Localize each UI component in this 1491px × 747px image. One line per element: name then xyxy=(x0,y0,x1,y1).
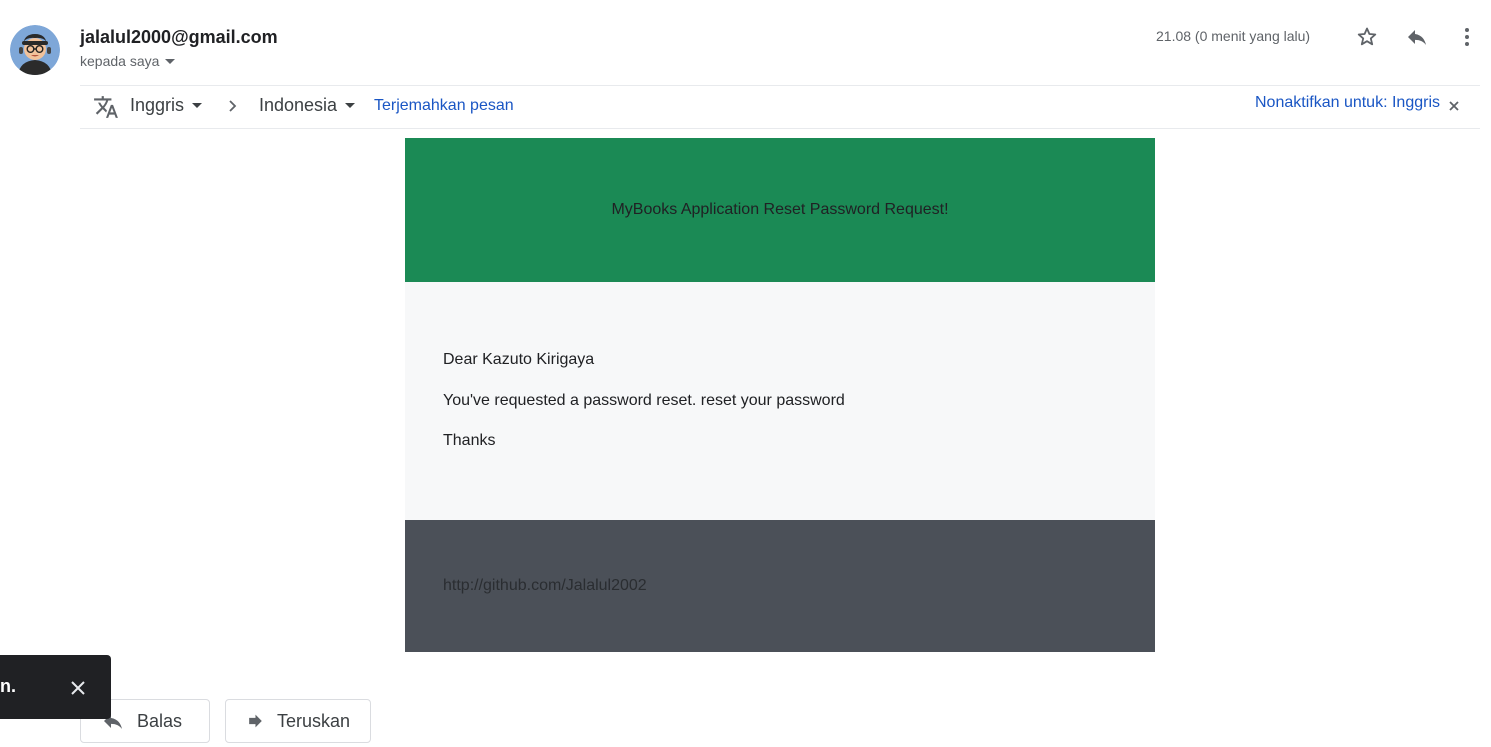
email-banner: MyBooks Application Reset Password Reque… xyxy=(405,138,1155,282)
source-language-label: Inggris xyxy=(130,95,185,115)
chevron-right-icon xyxy=(224,98,240,119)
avatar[interactable] xyxy=(10,25,60,75)
target-language-dropdown[interactable]: Indonesia xyxy=(259,95,356,116)
star-icon xyxy=(1357,27,1377,46)
snackbar-close-button[interactable] xyxy=(66,676,90,700)
translate-icon xyxy=(93,94,119,125)
reply-label: Balas xyxy=(137,710,183,731)
email-body-text: You've requested a password reset. reset… xyxy=(443,392,845,409)
chevron-down-icon xyxy=(165,58,176,64)
email-banner-title: MyBooks Application Reset Password Reque… xyxy=(611,201,949,218)
forward-action-button[interactable]: Teruskan xyxy=(225,699,371,743)
star-button[interactable] xyxy=(1353,23,1381,51)
forward-label: Teruskan xyxy=(276,710,350,731)
snackbar: n. xyxy=(0,655,111,719)
avatar-image xyxy=(10,25,60,75)
email-closing: Thanks xyxy=(443,432,496,449)
email-greeting: Dear Kazuto Kirigaya xyxy=(443,351,595,368)
email-body: Dear Kazuto Kirigaya You've requested a … xyxy=(405,282,1155,520)
reply-button[interactable] xyxy=(1403,23,1431,51)
email-timestamp: 21.08 (0 menit yang lalu) xyxy=(1156,28,1311,44)
reply-icon xyxy=(1408,30,1426,45)
translate-message-link[interactable]: Terjemahkan pesan xyxy=(374,97,514,115)
forward-icon xyxy=(249,714,262,728)
more-options-button[interactable] xyxy=(1453,23,1481,51)
email-footer: http://github.com/Jalalul2002 xyxy=(405,520,1155,652)
close-icon xyxy=(71,681,85,695)
footer-link[interactable]: http://github.com/Jalalul2002 xyxy=(443,577,647,595)
more-vert-icon xyxy=(1465,28,1469,46)
disable-translation-link[interactable]: Nonaktifkan untuk: Inggris xyxy=(1255,94,1440,112)
target-language-label: Indonesia xyxy=(259,95,338,115)
source-language-dropdown[interactable]: Inggris xyxy=(130,95,203,116)
chevron-down-icon xyxy=(345,103,356,108)
chevron-down-icon xyxy=(192,103,203,108)
recipient-label: kepada saya xyxy=(80,53,160,69)
recipient-dropdown[interactable]: kepada saya xyxy=(80,53,176,69)
close-translate-button[interactable] xyxy=(1446,98,1462,114)
sender-email: jalalul2000@gmail.com xyxy=(80,27,278,47)
snackbar-text: n. xyxy=(0,676,16,696)
close-icon xyxy=(1449,101,1459,111)
